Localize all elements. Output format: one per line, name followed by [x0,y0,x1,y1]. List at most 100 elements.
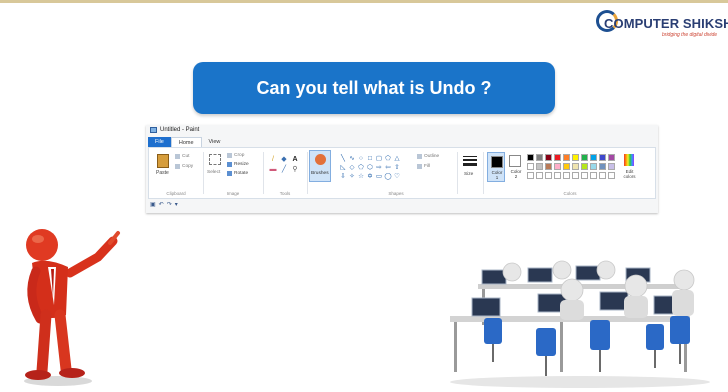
right-triangle-shape-icon[interactable]: ◺ [339,164,347,171]
paint-title-bar: Untitled - Paint [150,127,199,133]
palette-swatch[interactable] [545,172,552,179]
text-icon[interactable]: A [291,156,299,163]
diamond-shape-icon[interactable]: ◇ [348,164,356,171]
palette-swatch[interactable] [536,172,543,179]
paste-button[interactable]: Paste [156,170,169,176]
palette-swatch[interactable] [536,154,543,161]
hexagon-shape-icon[interactable]: ⬡ [366,164,374,171]
pencil-icon[interactable]: / [269,156,277,163]
palette-swatch[interactable] [590,163,597,170]
save-icon[interactable]: ▣ [150,201,156,208]
size-button[interactable]: Size [464,172,473,177]
arrow-up-shape-icon[interactable]: ⇧ [393,164,401,171]
resize-button[interactable]: Resize [227,162,249,167]
brushes-button[interactable]: Brushes [309,150,331,182]
customize-qat-icon[interactable]: ▾ [175,201,178,208]
cut-button[interactable]: Cut [175,154,189,159]
palette-swatch[interactable] [599,163,606,170]
pentagon-shape-icon[interactable]: ⬠ [357,164,365,171]
ribbon-tabs: File Home View [148,137,227,147]
palette-swatch[interactable] [527,172,534,179]
palette-swatch[interactable] [536,163,543,170]
rotate-button[interactable]: Rotate [227,171,248,176]
arrow-left-shape-icon[interactable]: ⇦ [384,164,392,171]
palette-swatch[interactable] [545,163,552,170]
copy-button[interactable]: Copy [175,164,193,169]
paste-icon[interactable] [157,154,169,168]
callout-rect-shape-icon[interactable]: ▭ [375,173,383,180]
palette-swatch[interactable] [545,154,552,161]
tools-group-label: Tools [279,191,291,196]
color1-label: Color 1 [491,170,503,180]
arrow-right-shape-icon[interactable]: ⇨ [375,164,383,171]
palette-swatch[interactable] [572,172,579,179]
undo-icon[interactable]: ↶ [159,201,164,208]
logo-tagline: bridging the digital divide [662,32,718,38]
polygon-shape-icon[interactable]: ⬠ [384,155,392,162]
triangle-shape-icon[interactable]: △ [393,155,401,162]
palette-swatch[interactable] [554,163,561,170]
image-group: Select Crop Resize Rotate Image [205,150,261,196]
shapes-group: ╲ ∿ ○ □ ▢ ⬠ △ ◺ ◇ ⬠ ⬡ ⇨ ⇦ ⇧ ⇩ ✧ ☆ ✡ ▭ ◯ [337,150,455,196]
rounded-rect-shape-icon[interactable]: ▢ [375,155,383,162]
palette-swatch[interactable] [572,163,579,170]
fill-bucket-icon[interactable]: ◆ [280,156,288,163]
star5-shape-icon[interactable]: ☆ [357,173,365,180]
clipboard-group-label: Clipboard [166,191,186,196]
outline-dropdown[interactable]: Outline [417,154,439,159]
tab-view[interactable]: View [202,137,228,147]
palette-swatch[interactable] [599,172,606,179]
palette-swatch[interactable] [527,154,534,161]
separator [483,152,484,194]
crop-label: Crop [234,153,245,158]
palette-swatch[interactable] [590,154,597,161]
tab-home[interactable]: Home [170,137,202,147]
fill-dropdown[interactable]: Fill [417,164,430,169]
rectangle-shape-icon[interactable]: □ [366,155,374,162]
select-icon[interactable] [209,154,221,165]
separator [263,152,264,194]
palette-swatch[interactable] [599,154,606,161]
redo-icon[interactable]: ↷ [167,201,172,208]
palette-swatch[interactable] [554,172,561,179]
computer-lab-illustration [450,260,710,388]
palette-swatch[interactable] [608,163,615,170]
edit-colors-button[interactable]: Edit colors [621,152,637,182]
color1-button[interactable]: Color 1 [487,152,505,182]
palette-swatch[interactable] [581,154,588,161]
palette-swatch[interactable] [581,172,588,179]
callout-oval-shape-icon[interactable]: ◯ [384,173,392,180]
magnifier-icon[interactable]: ⚲ [291,166,299,173]
color-picker-icon[interactable]: ╱ [280,166,288,173]
tools-group: / ◆ A ▬ ╱ ⚲ Tools [265,150,305,196]
select-button[interactable]: Select [207,170,220,175]
fill-label: Fill [424,164,431,169]
separator [203,152,204,194]
arrow-down-shape-icon[interactable]: ⇩ [339,173,347,180]
star6-shape-icon[interactable]: ✡ [366,173,374,180]
palette-swatch[interactable] [581,163,588,170]
palette-swatch[interactable] [572,154,579,161]
palette-swatch[interactable] [608,154,615,161]
palette-swatch[interactable] [563,154,570,161]
palette-swatch[interactable] [527,163,534,170]
resize-label: Resize [234,162,249,167]
palette-swatch[interactable] [608,172,615,179]
computer-shiksha-logo: COMPUTER SHIKSHA bridging the digital di… [596,8,728,42]
palette-swatch[interactable] [590,172,597,179]
star4-shape-icon[interactable]: ✧ [348,173,356,180]
palette-swatch[interactable] [563,163,570,170]
size-icon[interactable] [463,156,477,168]
palette-swatch[interactable] [554,154,561,161]
color2-button[interactable]: Color 2 [507,152,523,182]
crop-button[interactable]: Crop [227,153,244,158]
oval-shape-icon[interactable]: ○ [357,155,365,162]
line-shape-icon[interactable]: ╲ [339,155,347,162]
edit-colors-label: Edit colors [623,169,636,179]
curve-shape-icon[interactable]: ∿ [348,155,356,162]
heart-shape-icon[interactable]: ♡ [393,173,401,180]
eraser-icon[interactable]: ▬ [269,166,277,173]
rotate-icon [227,171,232,176]
tab-file[interactable]: File [148,137,171,147]
palette-swatch[interactable] [563,172,570,179]
